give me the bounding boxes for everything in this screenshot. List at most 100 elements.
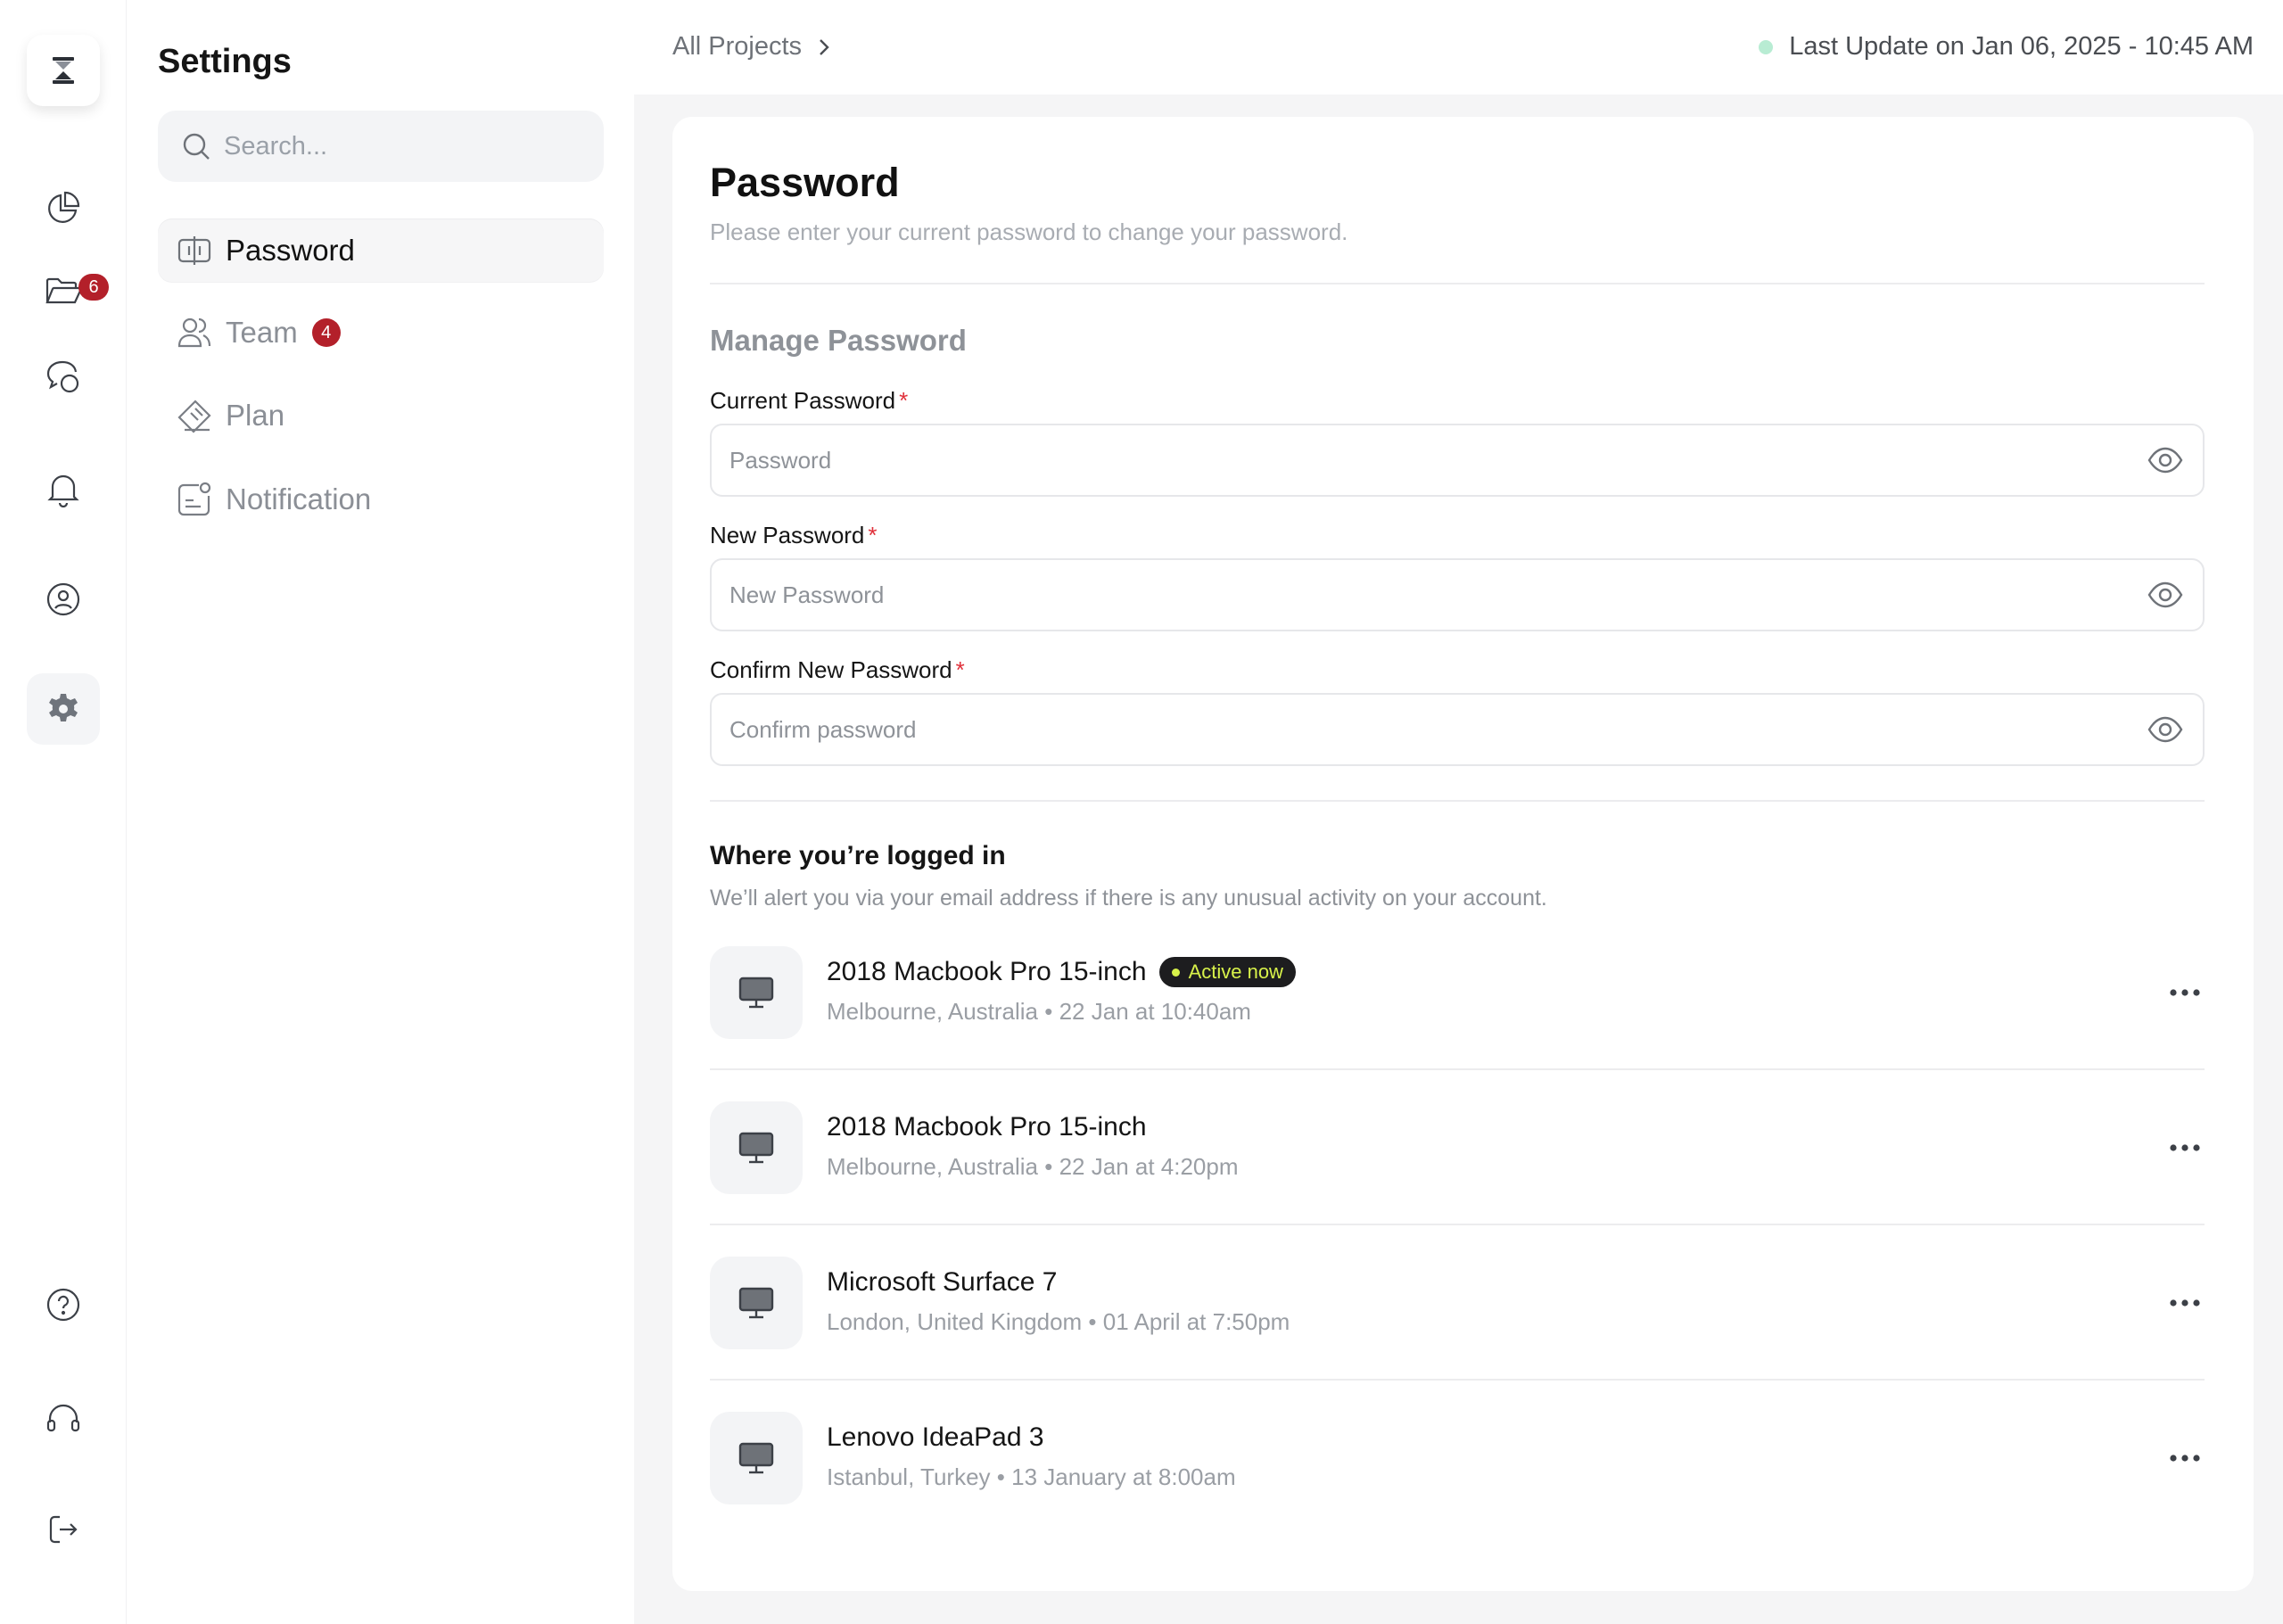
folder-icon	[45, 274, 82, 309]
confirm-password-field[interactable]	[710, 693, 2205, 766]
sidebar-item-plan[interactable]: Plan	[158, 383, 604, 448]
new-password-input[interactable]	[729, 581, 2146, 609]
ticket-icon	[176, 397, 213, 434]
search-input[interactable]	[224, 131, 563, 161]
app-logo[interactable]	[27, 35, 100, 106]
settings-nav[interactable]	[27, 673, 100, 745]
profile-nav[interactable]	[36, 572, 91, 627]
device-meta: London, United Kingdom • 01 April at 7:5…	[827, 1308, 1290, 1335]
device-row: 2018 Macbook Pro 15-inch Melbourne, Aust…	[710, 1101, 2205, 1194]
device-name-line: 2018 Macbook Pro 15-inch Active now	[827, 957, 1296, 987]
device-time: 22 Jan at 10:40am	[1059, 998, 1251, 1025]
more-horizontal-icon	[2169, 1143, 2201, 1152]
monitor-icon	[738, 1130, 775, 1166]
active-dot	[1171, 968, 1180, 977]
device-location: London, United Kingdom	[827, 1308, 1083, 1335]
more-options-button[interactable]	[2165, 1283, 2205, 1323]
new-password-field[interactable]	[710, 558, 2205, 631]
divider	[710, 1379, 2205, 1381]
analytics-nav[interactable]	[36, 180, 91, 235]
device-location: Melbourne, Australia	[827, 1153, 1039, 1180]
eye-icon[interactable]	[2146, 441, 2185, 480]
headset-icon	[45, 1401, 82, 1437]
device-meta: Melbourne, Australia • 22 Jan at 4:20pm	[827, 1153, 1239, 1180]
user-circle-icon	[45, 581, 82, 618]
field-label-text: New Password	[710, 522, 865, 548]
new-password-label: New Password *	[710, 522, 878, 549]
device-tile	[710, 1412, 803, 1504]
sidebar-item-label: Team	[226, 316, 298, 349]
search-icon	[181, 131, 211, 161]
manage-password-title: Manage Password	[710, 324, 967, 357]
field-label-text: Current Password	[710, 387, 896, 414]
team-icon	[176, 314, 213, 351]
status-dot	[1759, 39, 1774, 54]
more-options-button[interactable]	[2165, 1128, 2205, 1167]
monitor-icon	[738, 1440, 775, 1476]
sidebar-item-team[interactable]: Team 4	[158, 301, 604, 365]
device-name: Lenovo IdeaPad 3	[827, 1422, 1044, 1452]
main-content: All Projects Last Update on Jan 06, 2025…	[634, 0, 2283, 1624]
eye-icon[interactable]	[2146, 575, 2185, 614]
sidebar-item-notification[interactable]: Notification	[158, 467, 604, 532]
divider	[710, 800, 2205, 802]
sidebar-item-label: Notification	[226, 482, 372, 515]
device-row: 2018 Macbook Pro 15-inch Active now Melb…	[710, 946, 2205, 1039]
device-name: 2018 Macbook Pro 15-inch	[827, 957, 1147, 986]
current-password-label: Current Password *	[710, 387, 908, 415]
device-time: 01 April at 7:50pm	[1102, 1308, 1290, 1335]
current-password-field[interactable]	[710, 424, 2205, 497]
field-label-text: Confirm New Password	[710, 656, 952, 683]
device-location: Melbourne, Australia	[827, 998, 1039, 1025]
team-badge: 4	[311, 318, 341, 347]
more-options-button[interactable]	[2165, 1439, 2205, 1478]
notifications-nav[interactable]	[36, 461, 91, 516]
device-time: 22 Jan at 4:20pm	[1059, 1153, 1239, 1180]
more-horizontal-icon	[2169, 1454, 2201, 1463]
device-tile	[710, 1101, 803, 1194]
eye-icon[interactable]	[2146, 710, 2185, 749]
help-nav[interactable]	[36, 1277, 91, 1332]
page-subtitle: Please enter your current password to ch…	[710, 218, 1348, 245]
top-bar: All Projects Last Update on Jan 06, 2025…	[634, 0, 2283, 95]
breadcrumb-all-projects[interactable]: All Projects	[672, 32, 802, 62]
device-meta: Istanbul, Turkey • 13 January at 8:00am	[827, 1463, 1236, 1490]
support-nav[interactable]	[36, 1391, 91, 1447]
chat-icon	[45, 359, 82, 396]
more-horizontal-icon	[2169, 988, 2201, 997]
settings-sidebar: Settings Password Team 4 Plan Notificati…	[128, 0, 634, 1624]
device-meta: Melbourne, Australia • 22 Jan at 10:40am	[827, 998, 1251, 1025]
password-card: Password Please enter your current passw…	[672, 117, 2254, 1591]
confirm-password-input[interactable]	[729, 715, 2146, 744]
device-time: 13 January at 8:00am	[1011, 1463, 1236, 1490]
chevron-right-icon	[818, 37, 830, 57]
divider	[710, 1068, 2205, 1070]
bell-icon	[45, 470, 81, 507]
device-name-line: 2018 Macbook Pro 15-inch	[827, 1112, 1147, 1142]
more-options-button[interactable]	[2165, 973, 2205, 1012]
sidebar-item-password[interactable]: Password	[158, 218, 604, 283]
last-update-status: Last Update on Jan 06, 2025 - 10:45 AM	[1759, 32, 2254, 62]
gear-icon	[45, 691, 81, 727]
sidebar-search[interactable]	[158, 111, 604, 182]
logout-nav[interactable]	[36, 1502, 91, 1557]
device-name-line: Microsoft Surface 7	[827, 1267, 1057, 1298]
help-icon	[45, 1286, 82, 1323]
device-name: Microsoft Surface 7	[827, 1267, 1058, 1297]
password-icon	[176, 232, 213, 269]
notification-icon	[176, 481, 213, 518]
monitor-icon	[738, 1285, 775, 1321]
pie-chart-icon	[45, 190, 81, 226]
device-row: Microsoft Surface 7 London, United Kingd…	[710, 1257, 2205, 1349]
confirm-password-label: Confirm New Password *	[710, 656, 965, 684]
device-tile	[710, 946, 803, 1039]
icon-rail: 6	[0, 0, 127, 1624]
messages-nav[interactable]	[36, 350, 91, 405]
logged-in-subtitle: We’ll alert you via your email address i…	[710, 886, 1547, 911]
required-mark: *	[868, 522, 878, 548]
divider	[710, 283, 2205, 284]
breadcrumb[interactable]: All Projects	[672, 32, 830, 62]
sidebar-item-label: Password	[226, 234, 355, 267]
current-password-input[interactable]	[729, 446, 2146, 474]
device-name: 2018 Macbook Pro 15-inch	[827, 1112, 1147, 1142]
